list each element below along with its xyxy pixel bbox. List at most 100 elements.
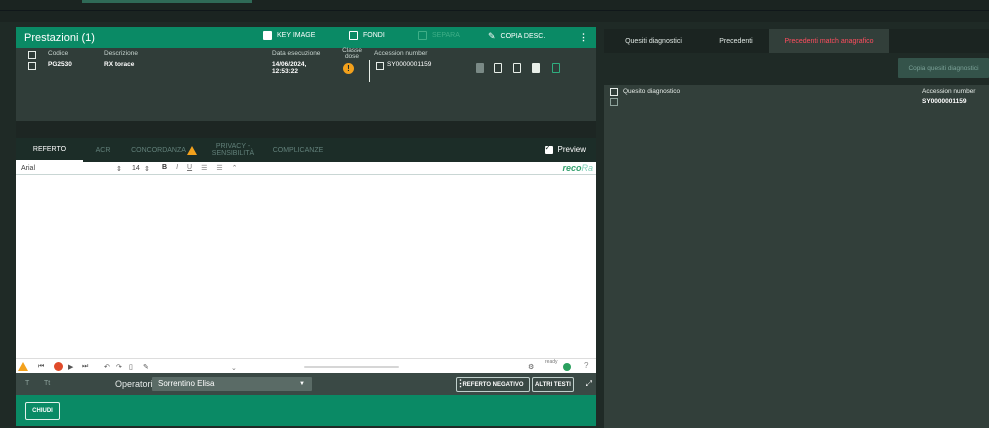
search-report-icon[interactable] [552, 63, 560, 73]
redo-icon[interactable]: ↷ [116, 363, 122, 371]
text-size-down-icon[interactable]: T [25, 380, 29, 387]
clipboard-icon[interactable]: ▯ [129, 363, 133, 371]
split-icon [418, 31, 427, 40]
operatori-label-text: Operatori [115, 379, 153, 389]
col-codice: Codice [48, 50, 69, 57]
ready-status: ready [545, 359, 558, 365]
text-size-up-icon[interactable]: Tt [44, 380, 50, 387]
col-descrizione: Descrizione [104, 50, 138, 57]
tab-concordanza[interactable]: CONCORDANZA [123, 138, 205, 162]
more-menu-icon[interactable]: ⋮ [579, 32, 588, 43]
preview-label: Preview [557, 145, 586, 154]
chevron-down-icon: ▼ [299, 381, 305, 387]
merge-icon [349, 31, 358, 40]
tab-referto-label: REFERTO [32, 145, 67, 153]
skip-back-icon[interactable]: ⏮ [38, 363, 44, 371]
row-checkbox[interactable] [28, 62, 36, 70]
report-editor[interactable]: Arial ⇕ 14 ⇕ B I U ☰ ☰ ⌃ recoRa ⏮ ▶ ⏭ ↶ … [16, 162, 596, 373]
referto-negativo-button[interactable]: REFERTO NEGATIVO [456, 377, 530, 392]
operator-select[interactable]: Sorrentino Elisa ▼ [152, 377, 312, 391]
operator-value: Sorrentino Elisa [158, 379, 215, 388]
tab-complicanze[interactable]: COMPLICANZE [261, 138, 335, 162]
italic-icon[interactable]: I [176, 164, 178, 172]
mic-status-icon [563, 363, 571, 371]
calendar-icon[interactable] [532, 63, 540, 73]
prestazioni-table: Codice Descrizione Data esecuzione Class… [16, 47, 596, 121]
font-size-caret-icon[interactable]: ⇕ [144, 165, 150, 173]
fondi-button[interactable]: FONDI [349, 31, 385, 40]
chiudi-button[interactable]: CHIUDI [25, 402, 60, 420]
warning-icon [186, 145, 197, 155]
bullet-list-icon[interactable]: ☰ [216, 164, 222, 172]
font-size-select[interactable]: 14 [132, 165, 140, 172]
accession-checkbox[interactable] [376, 62, 384, 70]
separa-label: SEPARA [432, 32, 460, 39]
record-icon[interactable] [54, 362, 63, 371]
expand-icon[interactable]: ⤢ [586, 379, 592, 389]
bold-icon[interactable]: B [162, 164, 167, 172]
preview-checkbox[interactable] [544, 143, 553, 154]
report-icon[interactable] [476, 63, 484, 73]
pin-icon[interactable]: ✎ [143, 363, 149, 371]
top-bar [0, 0, 989, 22]
tab-precedenti[interactable]: Precedenti [703, 29, 769, 53]
select-all-checkbox[interactable] [28, 51, 36, 59]
copia-quesiti-button[interactable]: Copia quesiti diagnostici [898, 58, 989, 78]
ordered-list-icon[interactable]: ☰ [201, 164, 207, 172]
operatori-label: Operatori [115, 379, 153, 389]
volume-slider[interactable] [304, 366, 399, 368]
top-divider [0, 10, 989, 11]
row-data: 14/06/2024, 12:53:22 [272, 61, 307, 75]
undo-icon[interactable]: ↶ [104, 363, 110, 371]
settings-icon[interactable]: ⚙ [528, 363, 534, 371]
prestazioni-header: Prestazioni (1) KEY IMAGE FONDI SEPARA ✎… [16, 27, 596, 48]
row-accession: SY0000001159 [387, 61, 432, 68]
copia-quesiti-label: Copia quesiti diagnostici [908, 64, 979, 72]
tab-precedenti-match[interactable]: Precedenti match anagrafico [769, 29, 889, 53]
editor-toolbar: Arial ⇕ 14 ⇕ B I U ☰ ☰ ⌃ recoRa [16, 162, 596, 175]
tab-referto[interactable]: REFERTO [16, 138, 83, 162]
tab-privacy-label: PRIVACY - SENSIBILITÀ [211, 143, 255, 157]
altri-testi-label: ALTRI TESTI [535, 381, 571, 388]
tab-concordanza-label: CONCORDANZA [131, 146, 186, 154]
tab-acr[interactable]: ACR [83, 138, 123, 162]
document-icon[interactable] [494, 63, 502, 73]
copia-desc-button[interactable]: ✎ COPIA DESC. [488, 31, 545, 42]
warning-icon [18, 362, 28, 371]
separa-button[interactable]: SEPARA [418, 31, 460, 40]
copy-icon[interactable] [513, 63, 521, 73]
tab-quesiti-label: Quesiti diagnostici [625, 37, 682, 45]
help-icon[interactable]: ? [584, 361, 588, 370]
altri-testi-button[interactable]: ALTRI TESTI [532, 377, 574, 392]
dictation-select-caret-icon[interactable]: ⌄ [231, 364, 237, 372]
operator-bar: T Tt Operatori Sorrentino Elisa ▼ ⋮ REFE… [16, 373, 596, 395]
row-accession-right: SY0000001159 [922, 98, 967, 105]
quesiti-row-checkbox[interactable] [610, 98, 618, 106]
tab-acr-label: ACR [95, 146, 111, 154]
key-image-button[interactable]: KEY IMAGE [263, 31, 315, 40]
row-codice: PG2530 [48, 61, 72, 68]
referto-negativo-label: REFERTO NEGATIVO [462, 381, 524, 388]
reco-logo-suffix: Ra [581, 163, 593, 173]
skip-forward-icon[interactable]: ⏭ [82, 363, 88, 371]
play-icon[interactable]: ▶ [68, 363, 73, 371]
right-tabs: Quesiti diagnostici Precedenti Precedent… [604, 29, 989, 53]
prestazioni-title: Prestazioni (1) [24, 31, 95, 44]
tab-quesiti-diagnostici[interactable]: Quesiti diagnostici [604, 29, 703, 53]
font-select-caret-icon[interactable]: ⇕ [116, 165, 122, 173]
font-select[interactable]: Arial [21, 165, 35, 172]
underline-icon[interactable]: U [187, 164, 192, 172]
preview-toggle[interactable]: Preview [544, 143, 586, 154]
chiudi-label: CHIUDI [32, 408, 53, 414]
col-accession: Accession number [374, 50, 428, 57]
key-image-label: KEY IMAGE [277, 32, 316, 39]
spacer [16, 121, 596, 138]
quesiti-select-all-checkbox[interactable] [610, 88, 618, 96]
collapse-icon[interactable]: ⌃ [232, 164, 238, 172]
format-buttons: B I U ☰ ☰ ⌃ [162, 164, 238, 172]
right-panel: Quesiti diagnostici Precedenti Precedent… [604, 29, 989, 428]
tab-precedenti-match-label: Precedenti match anagrafico [784, 37, 874, 45]
copia-desc-label: COPIA DESC. [500, 33, 546, 40]
left-panel: Prestazioni (1) KEY IMAGE FONDI SEPARA ✎… [16, 27, 596, 426]
tab-privacy[interactable]: PRIVACY - SENSIBILITÀ [205, 138, 261, 162]
